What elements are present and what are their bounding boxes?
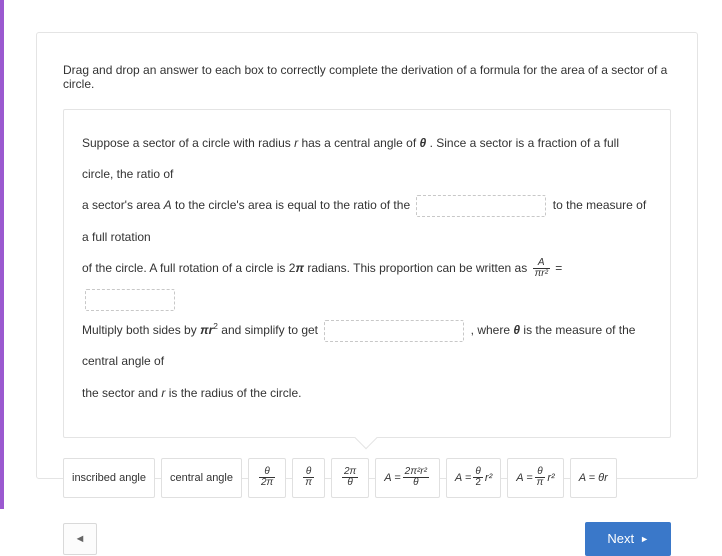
prev-button[interactable]: ◄ (63, 523, 97, 555)
prefix: A = (516, 472, 532, 484)
denominator: πr² (533, 269, 550, 280)
denominator: θ (342, 478, 358, 489)
text: to the circle's area is equal to the rat… (172, 198, 414, 212)
tile-area-2pi2r2-over-theta[interactable]: A = 2π²r²θ (375, 458, 440, 498)
denominator: π (535, 478, 546, 489)
text: of the circle. A full rotation of a circ… (82, 261, 295, 275)
chevron-right-icon: ► (640, 534, 649, 544)
fraction: 2πθ (342, 467, 358, 489)
passage-line-5: the sector and r is the radius of the ci… (82, 378, 652, 409)
tile-label: inscribed angle (72, 472, 146, 484)
question-card: Drag and drop an answer to each box to c… (36, 32, 698, 479)
text: radians. This proportion can be written … (304, 261, 531, 275)
text: Suppose a sector of a circle with radius (82, 136, 294, 150)
drop-zone-1[interactable] (416, 195, 546, 217)
passage-line-4: Multiply both sides by πr2 and simplify … (82, 315, 652, 377)
answer-tiles-tray: inscribed angle central angle θ2π θπ 2πθ… (63, 458, 671, 498)
passage-line-3: of the circle. A full rotation of a circ… (82, 253, 652, 315)
prefix: A = (384, 472, 400, 484)
fraction: θ2π (259, 467, 275, 489)
var-A: A (164, 198, 172, 212)
passage-line-2: a sector's area A to the circle's area i… (82, 190, 652, 252)
tile-2pi-over-theta[interactable]: 2πθ (331, 458, 369, 498)
text: Multiply both sides by (82, 323, 200, 337)
tile-theta-over-pi[interactable]: θπ (292, 458, 325, 498)
tile-inscribed-angle[interactable]: inscribed angle (63, 458, 155, 498)
drop-zone-3[interactable] (324, 320, 464, 342)
fraction: θπ (303, 467, 314, 489)
suffix: r² (485, 472, 492, 484)
passage-notch (355, 426, 378, 449)
tile-central-angle[interactable]: central angle (161, 458, 242, 498)
text: is the radius of the circle. (165, 386, 301, 400)
suffix: r² (547, 472, 554, 484)
accent-stripe (0, 0, 4, 509)
tile-area-theta-over-2-r2[interactable]: A = θ2r² (446, 458, 501, 498)
denominator: π (303, 478, 314, 489)
equals: = (552, 261, 562, 275)
fraction: 2π²r²θ (403, 467, 429, 489)
text: , where (467, 323, 513, 337)
fraction-A-over-pir2: Aπr² (533, 258, 550, 280)
var-pi: π (200, 323, 209, 337)
var-pi: π (295, 261, 304, 275)
denominator: 2π (259, 478, 275, 489)
tile-label: A = θr (579, 472, 608, 484)
prefix: A = (455, 472, 471, 484)
denominator: θ (403, 478, 429, 489)
next-label: Next (607, 531, 634, 546)
drop-zone-2[interactable] (85, 289, 175, 311)
fraction: θπ (535, 467, 546, 489)
nav-row: ◄ Next ► (63, 522, 671, 556)
chevron-left-icon: ◄ (75, 533, 86, 545)
tile-label: central angle (170, 472, 233, 484)
tile-area-theta-r[interactable]: A = θr (570, 458, 617, 498)
text: the sector and (82, 386, 161, 400)
text: a sector's area (82, 198, 164, 212)
passage-line-1: Suppose a sector of a circle with radius… (82, 128, 652, 190)
next-button[interactable]: Next ► (585, 522, 671, 556)
tile-theta-over-2pi[interactable]: θ2π (248, 458, 286, 498)
fraction: θ2 (473, 467, 483, 489)
text: and simplify to get (218, 323, 321, 337)
prompt-text: Drag and drop an answer to each box to c… (63, 63, 671, 91)
tile-area-theta-over-pi-r2[interactable]: A = θπr² (507, 458, 563, 498)
passage-box: Suppose a sector of a circle with radius… (63, 109, 671, 438)
denominator: 2 (473, 478, 483, 489)
text: has a central angle of (298, 136, 419, 150)
